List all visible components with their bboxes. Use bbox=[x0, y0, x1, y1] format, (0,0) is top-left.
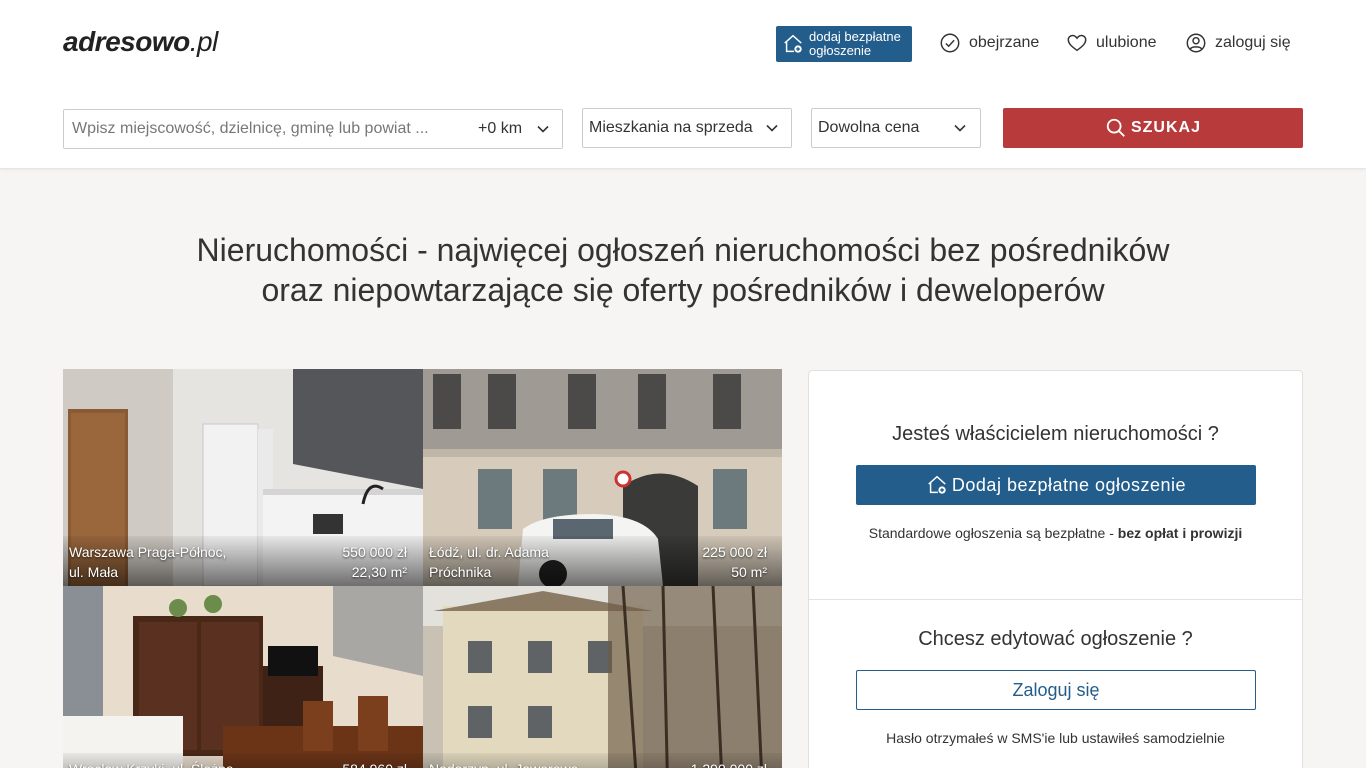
listing-tile[interactable]: Wrocław Krzyki, ul. Ślężna 584 960 zł bbox=[63, 586, 423, 768]
owner-panel: Jesteś właścicielem nieruchomości ? Doda… bbox=[808, 370, 1303, 768]
listing-caption: Nadarzyn, ul. Jaworowa 1 290 000 zł bbox=[423, 753, 782, 768]
listing-location: Warszawa Praga-Północ, ul. Mała bbox=[69, 544, 227, 580]
listing-price-area: 584 960 zł bbox=[342, 759, 407, 768]
listing-price-area: 225 000 zł 50 m² bbox=[702, 544, 767, 580]
panel-divider bbox=[809, 599, 1302, 600]
nav-login-label: zaloguj się bbox=[1215, 34, 1291, 51]
listing-caption: Wrocław Krzyki, ul. Ślężna 584 960 zł bbox=[63, 753, 423, 768]
radius-select[interactable]: +0 km bbox=[478, 120, 522, 138]
add-listing-label: dodaj bezpłatne ogłoszenie bbox=[809, 29, 901, 58]
house-plus-icon bbox=[928, 475, 946, 494]
check-circle-icon bbox=[940, 33, 960, 53]
add-free-listing-label: Dodaj bezpłatne ogłoszenie bbox=[951, 474, 1187, 495]
listing-tile[interactable]: Łódź, ul. dr. Adama Próchnika 225 000 zł… bbox=[423, 369, 782, 586]
listing-price-area: 1 290 000 zł bbox=[691, 759, 767, 768]
listing-photo bbox=[63, 586, 423, 768]
search-icon bbox=[1106, 118, 1125, 137]
site-header: adresowo.pl dodaj bezpłatne ogłoszenie o… bbox=[0, 0, 1366, 169]
login-button-label: Zaloguj się bbox=[1012, 679, 1100, 700]
heart-icon bbox=[1067, 34, 1087, 52]
free-listing-note: Standardowe ogłoszenia są bezpłatne - be… bbox=[868, 525, 1243, 541]
logo-main: adresowo bbox=[63, 26, 190, 57]
nav-favorites-label: ulubione bbox=[1096, 34, 1157, 51]
location-search-input[interactable] bbox=[64, 110, 464, 148]
edit-question: Chcesz edytować ogłoszenie ? bbox=[918, 628, 1193, 650]
nav-login[interactable]: zaloguj się bbox=[1185, 31, 1291, 55]
nav-favorites[interactable]: ulubione bbox=[1066, 31, 1157, 55]
nav-viewed-label: obejrzane bbox=[969, 34, 1040, 51]
chevron-down-icon bbox=[766, 124, 778, 132]
chevron-down-icon[interactable] bbox=[536, 122, 550, 136]
listing-price-area: 550 000 zł 22,30 m² bbox=[342, 544, 407, 580]
chevron-down-icon bbox=[954, 124, 966, 132]
nav-viewed[interactable]: obejrzane bbox=[939, 31, 1039, 55]
category-select[interactable]: Mieszkania na sprzedaż bbox=[582, 108, 792, 148]
logo-tld: .pl bbox=[189, 26, 219, 57]
site-logo[interactable]: adresowo.pl bbox=[63, 26, 218, 58]
house-plus-icon bbox=[784, 34, 802, 53]
search-button-label: SZUKAJ bbox=[1130, 119, 1201, 136]
sms-note: Hasło otrzymałeś w SMS'ie lub ustawiłeś … bbox=[886, 730, 1225, 746]
listing-photo bbox=[423, 586, 782, 768]
listing-location: Nadarzyn, ul. Jaworowa bbox=[429, 759, 578, 768]
listing-location: Wrocław Krzyki, ul. Ślężna bbox=[69, 759, 234, 768]
owner-section: Jesteś właścicielem nieruchomości ? bbox=[809, 423, 1302, 446]
owner-question: Jesteś właścicielem nieruchomości ? bbox=[892, 423, 1219, 445]
listing-caption: Warszawa Praga-Północ, ul. Mała 550 000 … bbox=[63, 536, 423, 586]
location-search: +0 km bbox=[63, 109, 563, 149]
listing-tile[interactable]: Warszawa Praga-Północ, ul. Mała 550 000 … bbox=[63, 369, 423, 586]
category-select-value: Mieszkania na sprzedaż bbox=[589, 119, 753, 136]
edit-section: Chcesz edytować ogłoszenie ? bbox=[809, 628, 1302, 651]
user-circle-icon bbox=[1186, 33, 1206, 53]
add-listing-button[interactable]: dodaj bezpłatne ogłoszenie bbox=[776, 26, 912, 62]
login-button[interactable]: Zaloguj się bbox=[856, 670, 1256, 710]
price-select[interactable]: Dowolna cena bbox=[811, 108, 981, 148]
listing-caption: Łódź, ul. dr. Adama Próchnika 225 000 zł… bbox=[423, 536, 782, 586]
price-select-value: Dowolna cena bbox=[818, 119, 920, 136]
page-title: Nieruchomości - najwięcej ogłoszeń nieru… bbox=[196, 232, 1170, 308]
search-button[interactable]: SZUKAJ bbox=[1003, 108, 1303, 148]
listing-tile[interactable]: Nadarzyn, ul. Jaworowa 1 290 000 zł bbox=[423, 586, 782, 768]
listing-location: Łódź, ul. dr. Adama Próchnika bbox=[429, 544, 549, 580]
add-free-listing-button[interactable]: Dodaj bezpłatne ogłoszenie bbox=[856, 465, 1256, 505]
featured-listings: Warszawa Praga-Północ, ul. Mała 550 000 … bbox=[63, 369, 782, 768]
